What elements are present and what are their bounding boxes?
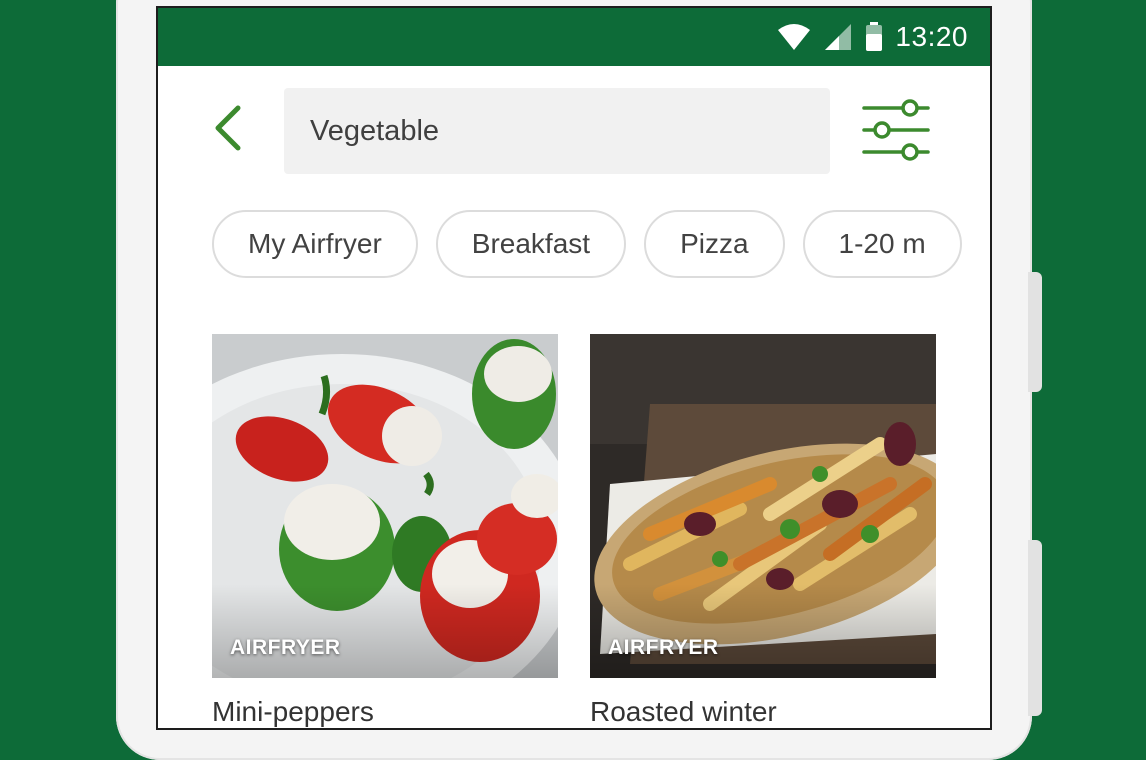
search-input[interactable]: Vegetable [284, 88, 830, 174]
recipe-tag: AIRFRYER [608, 636, 719, 659]
phone-side-button [1028, 540, 1042, 716]
filter-button[interactable] [860, 96, 932, 164]
search-bar: Vegetable [158, 66, 990, 186]
chip-cooking-time[interactable]: 1-20 m [802, 210, 962, 278]
recipe-tag: AIRFRYER [230, 636, 341, 659]
battery-icon [865, 22, 883, 52]
wifi-icon [777, 23, 811, 51]
recipe-card[interactable]: AIRFRYER Roasted winter [590, 334, 936, 727]
phone-side-button [1028, 272, 1042, 392]
status-bar: 13:20 [158, 8, 990, 66]
recipe-title: Mini-peppers [212, 696, 374, 727]
recipe-title: Roasted winter [590, 696, 777, 727]
app-screen: 13:20 Vegetable My Airfryer Breakfast Pi… [158, 8, 990, 728]
recipe-image: AIRFRYER [212, 334, 558, 678]
back-button[interactable] [202, 98, 252, 158]
cell-signal-icon [823, 23, 853, 51]
chevron-left-icon [215, 105, 241, 151]
sliders-icon [862, 99, 930, 161]
status-time: 13:20 [895, 21, 968, 52]
filter-chips: My Airfryer Breakfast Pizza 1-20 m [212, 210, 962, 278]
chip-breakfast[interactable]: Breakfast [435, 210, 627, 278]
search-query-text: Vegetable [310, 114, 440, 147]
recipe-card[interactable]: AIRFRYER Mini-peppers [212, 334, 558, 727]
chip-pizza[interactable]: Pizza [644, 210, 785, 278]
recipe-image: AIRFRYER [590, 334, 936, 678]
chip-my-airfryer[interactable]: My Airfryer [212, 210, 418, 278]
